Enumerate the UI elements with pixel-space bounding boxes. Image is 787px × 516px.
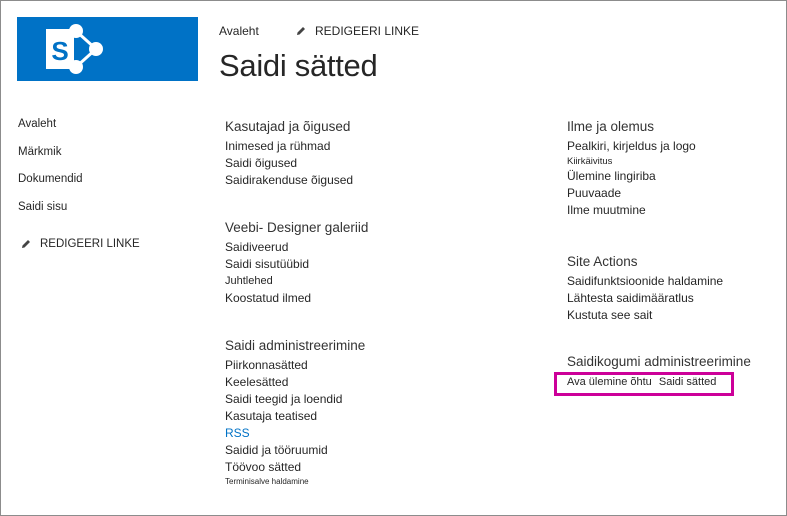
highlighted-links: Ava ülemine õhtu Saidi sätted	[567, 376, 716, 388]
top-nav-home-link[interactable]: Avaleht	[219, 24, 259, 38]
svg-text:S: S	[51, 36, 68, 66]
group-site-collection-admin: Saidikogumi administreerimine	[567, 354, 751, 373]
left-nav-item-site-contents[interactable]: Saidi sisu	[18, 201, 67, 213]
link-sites-workspaces[interactable]: Saidid ja tööruumid	[225, 442, 365, 459]
group-heading: Veebi- Designer galeriid	[225, 220, 369, 235]
left-nav-item-documents[interactable]: Dokumendid	[18, 173, 83, 185]
link-libraries-lists[interactable]: Saidi teegid ja loendid	[225, 391, 365, 408]
top-edit-links-button[interactable]: REDIGEERI LINKE	[295, 24, 419, 38]
link-workflow-settings[interactable]: Töövoo sätted	[225, 459, 365, 476]
link-manage-features[interactable]: Saidifunktsioonide haldamine	[567, 273, 723, 290]
link-title-description-logo[interactable]: Pealkiri, kirjeldus ja logo	[567, 138, 696, 155]
pencil-icon	[297, 27, 305, 35]
link-delete-site[interactable]: Kustuta see sait	[567, 307, 723, 324]
edit-links-label: REDIGEERI LINKE	[40, 238, 140, 250]
link-change-look[interactable]: Ilme muutmine	[567, 202, 696, 219]
link-rss[interactable]: RSS	[225, 425, 365, 442]
link-composed-looks[interactable]: Koostatud ilmed	[225, 290, 368, 307]
link-language-settings[interactable]: Keelesätted	[225, 374, 365, 391]
pencil-icon	[22, 240, 30, 248]
link-reset-site-definition[interactable]: Lähtesta saidimääratlus	[567, 290, 723, 307]
page-title: Saidi sätted	[219, 48, 378, 83]
link-user-alerts[interactable]: Kasutaja teatised	[225, 408, 365, 425]
left-edit-links-button[interactable]: REDIGEERI LINKE	[20, 238, 140, 250]
group-users-permissions: Kasutajad ja õigused Inimesed ja rühmad …	[225, 119, 353, 189]
group-site-administration: Saidi administreerimine Piirkonnasätted …	[225, 338, 365, 488]
link-site-permissions[interactable]: Saidi õigused	[225, 155, 353, 172]
group-heading: Ilme ja olemus	[567, 119, 655, 134]
group-web-designer-galleries: Veebi- Designer galeriid Saidiveerud Sai…	[225, 220, 368, 307]
link-site-settings-top[interactable]: Saidi sätted	[659, 376, 716, 388]
sharepoint-logo[interactable]: S	[17, 17, 198, 81]
group-heading: Saidikogumi administreerimine	[567, 354, 751, 369]
group-heading: Site Actions	[567, 254, 638, 269]
group-heading: Saidi administreerimine	[225, 338, 366, 353]
group-heading: Kasutajad ja õigused	[225, 119, 351, 134]
link-app-permissions[interactable]: Saidirakenduse õigused	[225, 172, 353, 189]
link-go-to-top-level[interactable]: Ava ülemine õhtu	[567, 376, 652, 388]
group-look-and-feel: Ilme ja olemus Pealkiri, kirjeldus ja lo…	[567, 119, 696, 219]
link-term-store[interactable]: Terminisalve haldamine	[225, 476, 365, 488]
link-top-link-bar[interactable]: Ülemine lingiriba	[567, 168, 696, 185]
link-tree-view[interactable]: Puuvaade	[567, 185, 696, 202]
sharepoint-icon: S	[46, 24, 103, 74]
link-regional-settings[interactable]: Piirkonnasätted	[225, 357, 365, 374]
left-nav-item-home[interactable]: Avaleht	[18, 118, 56, 130]
link-quick-launch[interactable]: Kiirkäivitus	[567, 155, 696, 168]
edit-links-label: REDIGEERI LINKE	[315, 24, 420, 38]
link-master-pages[interactable]: Juhtlehed	[225, 273, 368, 290]
left-nav-item-notebook[interactable]: Märkmik	[18, 146, 61, 158]
link-site-columns[interactable]: Saidiveerud	[225, 239, 368, 256]
link-site-content-types[interactable]: Saidi sisutüübid	[225, 256, 368, 273]
link-people-groups[interactable]: Inimesed ja rühmad	[225, 138, 353, 155]
group-site-actions: Site Actions Saidifunktsioonide haldamin…	[567, 254, 723, 324]
